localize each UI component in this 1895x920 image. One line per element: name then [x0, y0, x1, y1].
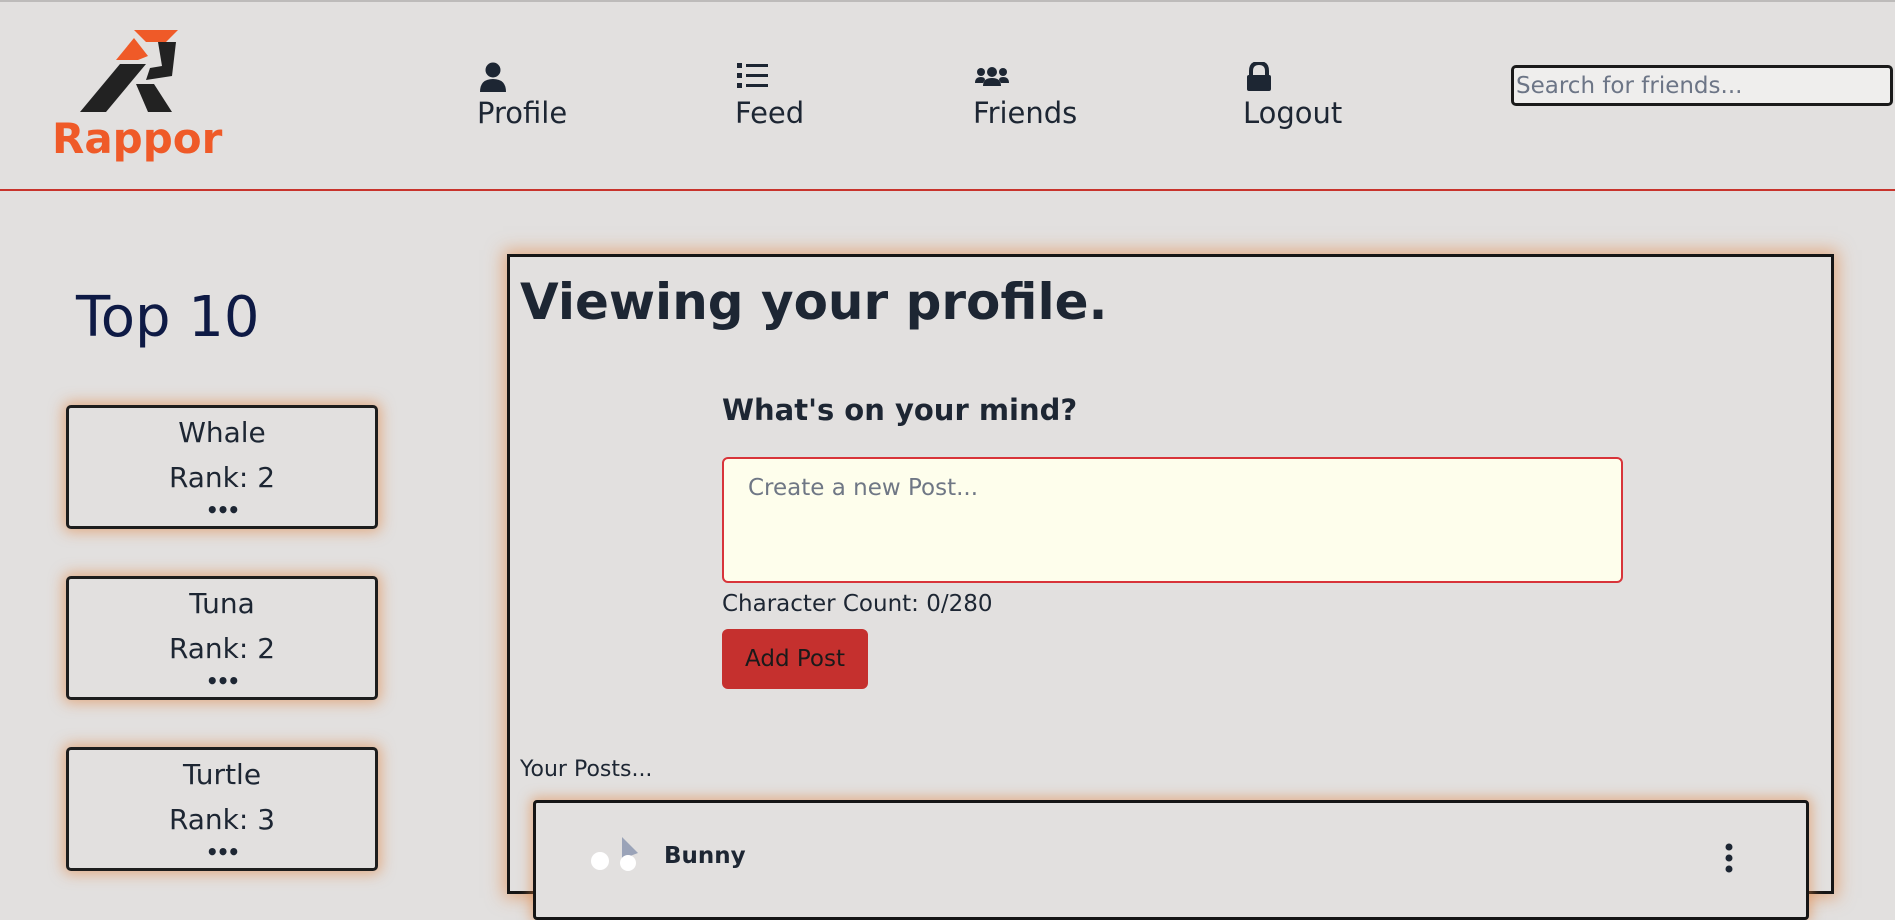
- rappor-logo-icon: [80, 30, 178, 112]
- character-count: Character Count: 0/280: [722, 591, 993, 617]
- top10-card[interactable]: Turtle Rank: 3 •••: [66, 747, 378, 871]
- nav-feed[interactable]: Feed: [735, 62, 804, 130]
- more-icon[interactable]: •••: [69, 671, 375, 691]
- user-icon: [479, 62, 567, 96]
- page-title: Viewing your profile.: [520, 273, 1108, 331]
- users-icon: [975, 62, 1077, 96]
- post-card: Bunny: [533, 800, 1809, 920]
- card-rank: Rank: 2: [168, 632, 276, 665]
- avatar: [591, 837, 638, 871]
- card-name: Tuna: [189, 587, 255, 620]
- list-icon: [737, 62, 804, 96]
- card-name: Turtle: [182, 758, 262, 791]
- nav-profile-label: Profile: [477, 96, 568, 130]
- nav-friends[interactable]: Friends: [973, 62, 1077, 130]
- card-rank: Rank: 2: [168, 461, 276, 494]
- more-icon[interactable]: •••: [69, 842, 375, 862]
- kebab-menu-icon[interactable]: [1724, 843, 1734, 873]
- logo-text: Rappor: [52, 114, 223, 163]
- more-icon[interactable]: •••: [69, 500, 375, 520]
- add-post-button[interactable]: Add Post: [722, 629, 868, 689]
- card-name: Whale: [178, 416, 266, 449]
- search-input[interactable]: [1511, 65, 1893, 106]
- top10-card[interactable]: Tuna Rank: 2 •••: [66, 576, 378, 700]
- card-rank: Rank: 3: [168, 803, 276, 836]
- top10-title: Top 10: [76, 285, 260, 350]
- nav-logout-label: Logout: [1243, 96, 1343, 130]
- lock-icon: [1245, 60, 1342, 96]
- top10-card[interactable]: Whale Rank: 2 •••: [66, 405, 378, 529]
- new-post-input[interactable]: [722, 457, 1623, 583]
- post-prompt: What's on your mind?: [722, 393, 1078, 427]
- your-posts-label: Your Posts...: [520, 757, 653, 782]
- nav-friends-label: Friends: [973, 96, 1078, 130]
- nav-feed-label: Feed: [735, 96, 805, 130]
- nav-profile[interactable]: Profile: [477, 62, 567, 130]
- nav-logout[interactable]: Logout: [1243, 60, 1343, 130]
- post-author[interactable]: Bunny: [664, 843, 746, 869]
- site-header: Rappor Profile Feed Friends Logout Searc…: [0, 2, 1895, 191]
- profile-panel: Viewing your profile. What's on your min…: [507, 254, 1834, 920]
- logo[interactable]: Rappor: [52, 26, 222, 166]
